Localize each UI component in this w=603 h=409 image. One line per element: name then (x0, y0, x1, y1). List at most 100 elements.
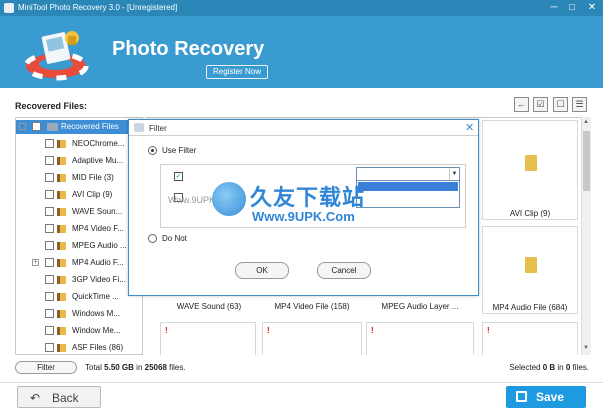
thumbnail-caption: MP4 Audio File (684) (492, 303, 568, 312)
folder-icon (57, 310, 66, 318)
total-prefix: Total (85, 363, 102, 372)
app-header: Photo Recovery Register Now (0, 16, 603, 88)
tree-item[interactable]: MPEG Audio ... (16, 239, 142, 253)
cancel-button[interactable]: Cancel (317, 262, 371, 279)
tree-item[interactable]: AVI Clip (9) (16, 188, 142, 202)
folder-icon (57, 140, 66, 148)
tree-item[interactable]: MP4 Video F... (16, 222, 142, 236)
total-files-summary: Total 5.50 GB in 25068 files. (85, 363, 186, 372)
dropdown-highlighted-option[interactable] (358, 182, 458, 191)
filter-checkbox-checked[interactable]: ✓ (174, 172, 183, 181)
watermark-url: Www.9UPK.Com (252, 209, 355, 224)
register-now-button[interactable]: Register Now (206, 65, 268, 79)
tree-item-label: MP4 Audio F... (72, 258, 124, 267)
selected-in: in (557, 363, 564, 372)
selected-count: 0 (565, 363, 571, 372)
checkbox[interactable] (45, 156, 54, 165)
tree-item-label: MPEG Audio ... (72, 241, 127, 250)
back-arrow-icon[interactable]: ← (514, 97, 529, 112)
thumbnail-caption: WAVE Sound (63) (176, 302, 242, 311)
do-not-filter-radio[interactable] (148, 234, 157, 243)
filter-type-select[interactable]: ▼ (356, 167, 460, 181)
thumbnail[interactable]: ! (262, 322, 362, 355)
warning-mark-icon: ! (165, 326, 168, 335)
expand-icon[interactable]: + (32, 259, 39, 266)
back-label: Back (52, 391, 79, 405)
tree-root-label: Recovered Files (61, 122, 119, 131)
folder-icon (57, 327, 66, 335)
back-button[interactable]: ↶ Back (17, 386, 101, 408)
save-label: Save (536, 390, 565, 404)
do-not-label: Do Not (162, 234, 187, 243)
tree-item[interactable]: MID File (3) (16, 171, 142, 185)
check-all-icon[interactable]: ☑ (533, 97, 548, 112)
checkbox[interactable] (45, 207, 54, 216)
checkbox[interactable] (45, 275, 54, 284)
checkbox[interactable] (45, 224, 54, 233)
collapse-icon[interactable]: − (19, 123, 26, 130)
folder-icon (57, 225, 66, 233)
tree-item[interactable]: Adaptive Mu... (16, 154, 142, 168)
checkbox[interactable] (32, 122, 41, 131)
selected-suffix: files. (572, 363, 589, 372)
tree-item[interactable]: WAVE Soun... (16, 205, 142, 219)
tree-item[interactable]: NEOChrome... (16, 137, 142, 151)
thumbnail-mp4-audio[interactable]: MP4 Audio File (684) (482, 226, 578, 314)
tree-item[interactable]: + MP4 Audio F... (16, 256, 142, 270)
tree-item-label: NEOChrome... (72, 139, 125, 148)
checkbox[interactable] (45, 241, 54, 250)
checkbox[interactable] (45, 309, 54, 318)
title-bar: MiniTool Photo Recovery 3.0 - [Unregiste… (0, 0, 603, 16)
maximize-button[interactable]: □ (565, 1, 579, 14)
scrollbar-thumb[interactable] (583, 131, 590, 191)
checkbox[interactable] (45, 139, 54, 148)
tree-item-label: QuickTime ... (72, 292, 119, 301)
warning-mark-icon: ! (371, 326, 374, 335)
checkbox[interactable] (45, 292, 54, 301)
warning-mark-icon: ! (267, 326, 270, 335)
folder-icon (57, 344, 66, 352)
uncheck-all-icon[interactable]: ☐ (553, 97, 568, 112)
filter-type-dropdown-list[interactable] (356, 180, 460, 208)
file-tree[interactable]: − Recovered Files NEOChrome... Adaptive … (15, 117, 143, 355)
checkbox[interactable] (45, 343, 54, 352)
tree-root-recovered-files[interactable]: − Recovered Files (16, 120, 142, 134)
folder-icon (57, 259, 66, 267)
dialog-close-icon[interactable]: ✕ (465, 121, 474, 134)
total-count: 25068 (144, 363, 167, 372)
tree-item[interactable]: ASF Files (86) (16, 341, 142, 354)
thumbnail[interactable]: ! (366, 322, 474, 355)
scroll-up-icon[interactable]: ▲ (583, 119, 589, 125)
use-filter-radio[interactable] (148, 146, 157, 155)
vertical-scrollbar[interactable]: ▲ ▼ (581, 117, 591, 355)
folder-icon (57, 208, 66, 216)
minimize-button[interactable]: ─ (547, 1, 561, 14)
tree-item-label: WAVE Soun... (72, 207, 123, 216)
list-view-icon[interactable]: ☰ (572, 97, 587, 112)
tree-item[interactable]: 3GP Video Fi... (16, 273, 142, 287)
tree-item[interactable]: QuickTime ... (16, 290, 142, 304)
checkbox[interactable] (45, 258, 54, 267)
thumbnail[interactable]: ! (482, 322, 578, 355)
folder-icon (57, 191, 66, 199)
checkbox[interactable] (45, 190, 54, 199)
save-button[interactable]: Save (506, 386, 586, 408)
warning-mark-icon: ! (487, 326, 490, 335)
app-icon (4, 3, 14, 13)
drive-icon (47, 123, 58, 131)
ok-button[interactable]: OK (235, 262, 289, 279)
folder-icon (57, 157, 66, 165)
thumbnail-avi-clip[interactable]: AVI Clip (9) (482, 120, 578, 220)
watermark-title: 久友下载站 (250, 185, 366, 210)
thumbnail[interactable]: ! (160, 322, 256, 355)
tree-item[interactable]: Window Me... (16, 324, 142, 338)
tree-item[interactable]: Windows M... (16, 307, 142, 321)
filter-button[interactable]: Filter (15, 361, 77, 374)
checkbox[interactable] (45, 326, 54, 335)
checkbox[interactable] (45, 173, 54, 182)
chevron-down-icon[interactable]: ▼ (449, 168, 459, 180)
scroll-down-icon[interactable]: ▼ (583, 345, 589, 351)
thumbnail-caption: MP4 Video File (158) (274, 302, 350, 311)
close-window-button[interactable]: ✕ (585, 1, 599, 14)
recovered-files-label: Recovered Files: (15, 101, 88, 111)
